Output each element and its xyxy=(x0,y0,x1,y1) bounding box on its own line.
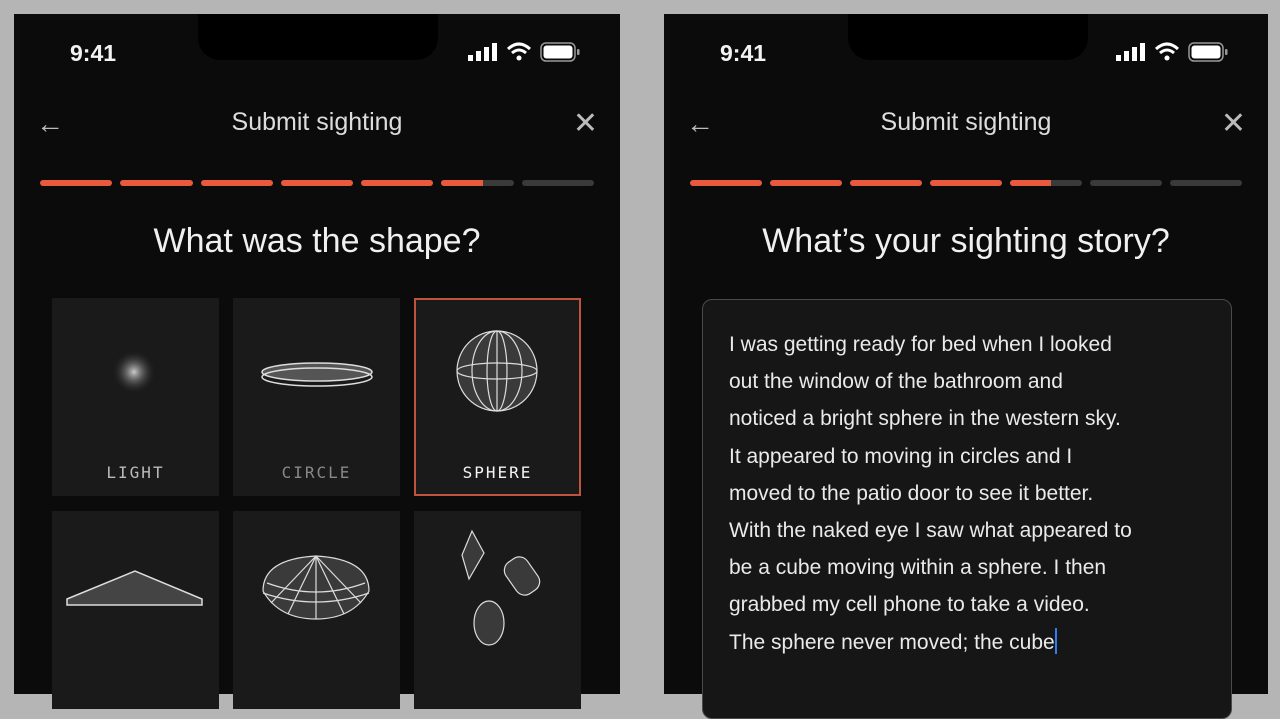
wifi-icon xyxy=(506,42,532,61)
story-line: The sphere never moved; the cube xyxy=(729,624,1205,661)
progress-segment xyxy=(690,180,762,186)
phone-screen-story: 9:41 ← Submit sighting ✕ What’s your sig… xyxy=(664,14,1268,719)
shape-grid: LIGHT CIRCLE SPHERE xyxy=(52,298,581,709)
multiple-shapes-icon xyxy=(461,529,541,646)
story-line: With the naked eye I saw what appeared t… xyxy=(729,512,1205,549)
status-icons xyxy=(468,42,580,62)
progress-segment xyxy=(1090,180,1162,186)
battery-icon xyxy=(540,42,580,62)
nav-bar: ← Submit sighting ✕ xyxy=(14,104,620,140)
story-line: moved to the patio door to see it better… xyxy=(729,475,1205,512)
shape-option-dome[interactable] xyxy=(233,511,400,709)
story-text: be a cube moving within a sphere. I then xyxy=(729,556,1107,580)
progress-segment xyxy=(120,180,193,186)
story-line: be a cube moving within a sphere. I then xyxy=(729,549,1205,586)
close-icon[interactable]: ✕ xyxy=(1221,106,1246,141)
story-text: moved to the patio door to see it better… xyxy=(729,481,1094,505)
progress-bar xyxy=(690,180,1242,186)
shape-option-light[interactable]: LIGHT xyxy=(52,298,219,496)
shape-label: SPHERE xyxy=(462,463,533,482)
progress-segment xyxy=(1010,180,1082,186)
status-icons xyxy=(1116,42,1228,62)
progress-segment xyxy=(770,180,842,186)
story-text: grabbed my cell phone to take a video. xyxy=(729,593,1090,617)
shape-option-sphere[interactable]: SPHERE xyxy=(414,298,581,496)
story-text: It appeared to moving in circles and I xyxy=(729,444,1073,468)
cellular-signal-icon xyxy=(468,43,497,61)
cellular-signal-icon xyxy=(1116,43,1145,61)
dome-icon xyxy=(262,555,370,620)
story-textarea[interactable]: I was getting ready for bed when I looke… xyxy=(702,299,1232,719)
shape-label: CIRCLE xyxy=(281,463,352,482)
question-heading: What’s your sighting story? xyxy=(762,222,1170,260)
progress-segment xyxy=(1170,180,1242,186)
notch xyxy=(848,14,1088,60)
progress-segment xyxy=(521,180,594,186)
progress-segment xyxy=(200,180,273,186)
story-line: out the window of the bathroom and xyxy=(729,363,1205,400)
page-title: Submit sighting xyxy=(880,108,1052,136)
nav-bar: ← Submit sighting ✕ xyxy=(664,104,1268,140)
progress-segment xyxy=(850,180,922,186)
phone-screen-shape: 9:41 ← Submit sighting ✕ What was the sh… xyxy=(14,14,620,709)
story-line: It appeared to moving in circles and I xyxy=(729,438,1205,475)
progress-segment xyxy=(441,180,514,186)
triangle-icon xyxy=(66,570,203,606)
story-text: noticed a bright sphere in the western s… xyxy=(729,407,1121,431)
question-heading: What was the shape? xyxy=(153,222,481,260)
shape-option-multiple[interactable] xyxy=(414,511,581,709)
shape-label: LIGHT xyxy=(106,463,165,482)
story-line: noticed a bright sphere in the western s… xyxy=(729,400,1205,437)
story-text: With the naked eye I saw what appeared t… xyxy=(729,519,1132,543)
notch xyxy=(198,14,438,60)
wifi-icon xyxy=(1154,42,1180,61)
shape-option-circle[interactable]: CIRCLE xyxy=(233,298,400,496)
story-line: grabbed my cell phone to take a video. xyxy=(729,586,1205,623)
progress-segment xyxy=(361,180,434,186)
story-text: out the window of the bathroom and xyxy=(729,370,1063,394)
status-time: 9:41 xyxy=(720,40,767,66)
status-time: 9:41 xyxy=(70,40,117,66)
battery-icon xyxy=(1188,42,1228,62)
progress-bar xyxy=(40,180,594,186)
story-line: I was getting ready for bed when I looke… xyxy=(729,326,1205,363)
text-caret xyxy=(1054,627,1057,654)
progress-segment xyxy=(40,180,113,186)
story-text: The sphere never moved; the cube xyxy=(729,630,1055,654)
shape-option-triangle[interactable] xyxy=(52,511,219,709)
story-text: I was getting ready for bed when I looke… xyxy=(729,333,1112,356)
progress-segment xyxy=(930,180,1002,186)
close-icon[interactable]: ✕ xyxy=(573,106,598,141)
page-title: Submit sighting xyxy=(231,108,403,136)
progress-segment xyxy=(280,180,354,186)
